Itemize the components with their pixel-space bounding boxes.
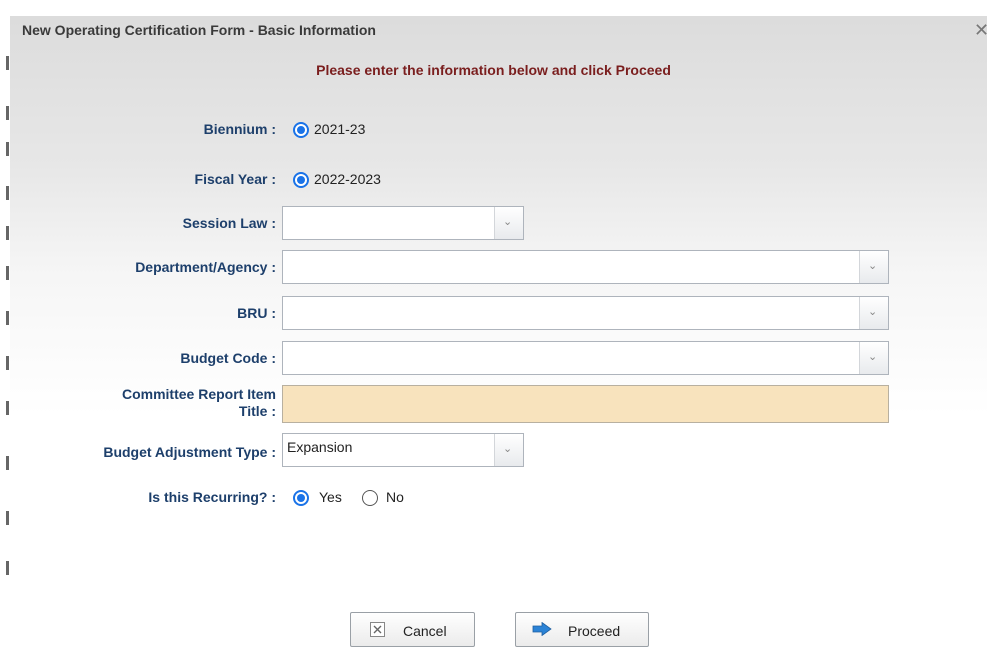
bru-label: BRU : [237,305,276,321]
committee-title-label-line2: Title : [238,403,276,419]
department-select[interactable]: ⌄ [282,250,889,284]
budget-code-dropdown-button[interactable]: ⌄ [859,342,888,374]
fiscal-year-radio[interactable] [293,172,309,188]
committee-title-label-line1: Committee Report Item [121,386,276,402]
adjustment-type-select[interactable]: Expansion ⌄ [282,433,524,467]
cancel-button-label: Cancel [403,623,447,639]
background-page-edge [0,16,10,671]
biennium-label: Biennium : [203,121,276,137]
biennium-option-label: 2021-23 [314,121,366,137]
chevron-down-icon: ⌄ [503,216,513,228]
dialog-titlebar: New Operating Certification Form - Basic… [10,16,987,48]
adjustment-type-value: Expansion [287,439,353,455]
session-law-select[interactable]: ⌄ [282,206,524,240]
recurring-yes-label: Yes [319,489,342,505]
session-law-label: Session Law : [182,215,276,231]
recurring-yes-radio[interactable] [293,490,309,506]
recurring-label: Is this Recurring? : [148,489,276,505]
fiscal-year-option-label: 2022-2023 [314,171,381,187]
instruction-text: Please enter the information below and c… [316,62,671,78]
proceed-button[interactable]: Proceed [515,612,649,647]
budget-code-select[interactable]: ⌄ [282,341,889,375]
adjustment-type-label: Budget Adjustment Type : [103,444,276,460]
fiscal-year-label: Fiscal Year : [194,171,276,187]
session-law-dropdown-button[interactable]: ⌄ [494,207,523,239]
dialog-title: New Operating Certification Form - Basic… [22,22,376,38]
close-icon[interactable]: ✕ [974,20,987,41]
bru-dropdown-button[interactable]: ⌄ [859,297,888,329]
cancel-button[interactable]: Cancel [350,612,475,647]
biennium-radio[interactable] [293,122,309,138]
chevron-down-icon: ⌄ [503,443,513,455]
chevron-down-icon: ⌄ [868,306,878,318]
department-dropdown-button[interactable]: ⌄ [859,251,888,283]
proceed-button-label: Proceed [568,623,621,639]
department-label: Department/Agency : [135,259,276,275]
budget-code-label: Budget Code : [180,350,276,366]
chevron-down-icon: ⌄ [868,260,878,272]
recurring-no-radio[interactable] [362,490,378,506]
recurring-no-label: No [386,489,404,505]
x-box-icon [370,622,385,637]
arrow-right-icon [532,622,552,636]
chevron-down-icon: ⌄ [868,351,878,363]
bru-select[interactable]: ⌄ [282,296,889,330]
committee-title-input[interactable] [282,385,889,423]
adjustment-type-dropdown-button[interactable]: ⌄ [494,434,523,466]
committee-title-label: Committee Report Item Title : [20,386,276,420]
